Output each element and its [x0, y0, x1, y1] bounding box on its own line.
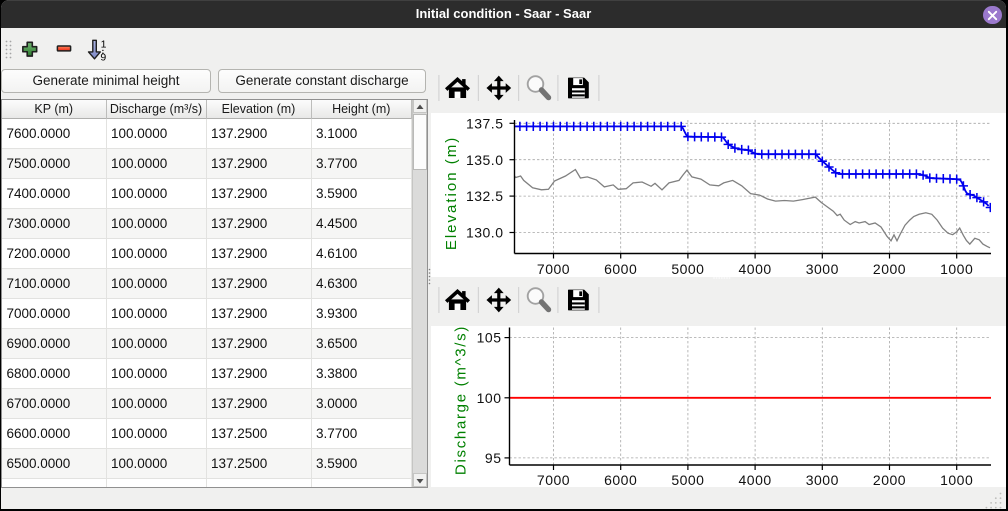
svg-text:135.0: 135.0 — [466, 152, 504, 168]
svg-text:100: 100 — [477, 390, 502, 406]
svg-text:130.0: 130.0 — [466, 225, 504, 241]
svg-text:4000: 4000 — [739, 261, 772, 277]
svg-text:1000: 1000 — [940, 472, 973, 487]
svg-text:95: 95 — [485, 450, 502, 466]
svg-text:Elevation (m): Elevation (m) — [443, 136, 460, 250]
svg-text:7000: 7000 — [537, 261, 570, 277]
svg-text:Discharge (m^3/s): Discharge (m^3/s) — [453, 325, 470, 475]
svg-text:132.5: 132.5 — [466, 188, 504, 204]
svg-text:6000: 6000 — [604, 472, 637, 487]
svg-text:3000: 3000 — [806, 472, 839, 487]
svg-text:6000: 6000 — [604, 261, 637, 277]
svg-text:5000: 5000 — [671, 261, 704, 277]
svg-text:7000: 7000 — [537, 472, 570, 487]
svg-text:2000: 2000 — [873, 472, 906, 487]
svg-text:105: 105 — [477, 330, 502, 346]
svg-text:3000: 3000 — [806, 261, 839, 277]
svg-text:4000: 4000 — [739, 472, 772, 487]
svg-text:2000: 2000 — [873, 261, 906, 277]
svg-text:137.5: 137.5 — [466, 115, 504, 131]
svg-text:1000: 1000 — [940, 261, 973, 277]
svg-text:1: 1 — [101, 39, 107, 51]
svg-text:5000: 5000 — [671, 472, 704, 487]
